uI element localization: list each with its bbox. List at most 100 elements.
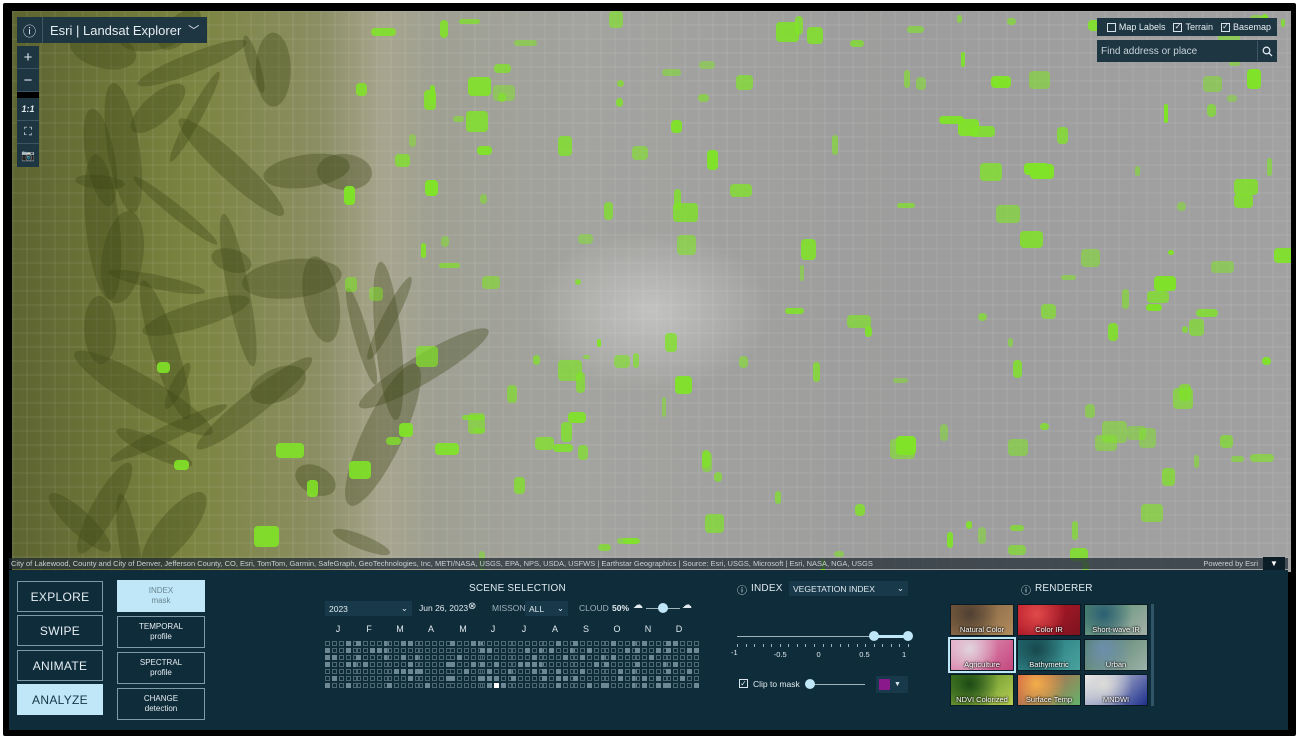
- day-cell[interactable]: [377, 655, 382, 660]
- day-cell[interactable]: [525, 683, 530, 688]
- index-mask-button[interactable]: INDEX mask: [117, 580, 205, 612]
- day-cell[interactable]: [432, 676, 437, 681]
- day-cell[interactable]: [325, 648, 330, 653]
- day-cell[interactable]: [394, 655, 399, 660]
- day-cell[interactable]: [542, 648, 547, 653]
- day-cell[interactable]: [408, 683, 413, 688]
- day-cell[interactable]: [494, 662, 499, 667]
- day-cell[interactable]: [387, 683, 392, 688]
- day-cell[interactable]: [346, 662, 351, 667]
- day-cell[interactable]: [432, 683, 437, 688]
- day-cell[interactable]: [408, 669, 413, 674]
- day-cell[interactable]: [480, 662, 485, 667]
- day-cell[interactable]: [549, 662, 554, 667]
- day-cell[interactable]: [580, 683, 585, 688]
- day-cell[interactable]: [611, 641, 616, 646]
- day-cell[interactable]: [642, 669, 647, 674]
- spectral-profile-button[interactable]: SPECTRAL profile: [117, 652, 205, 684]
- day-cell[interactable]: [370, 655, 375, 660]
- day-cell[interactable]: [432, 669, 437, 674]
- day-cell[interactable]: [480, 655, 485, 660]
- mask-opacity-handle[interactable]: [805, 679, 815, 689]
- day-cell[interactable]: [339, 655, 344, 660]
- renderer-info-icon[interactable]: ⓘ: [1021, 582, 1031, 597]
- day-cell[interactable]: [587, 683, 592, 688]
- day-cell[interactable]: [332, 641, 337, 646]
- day-cell[interactable]: [680, 662, 685, 667]
- day-cell[interactable]: [401, 669, 406, 674]
- day-cell[interactable]: [532, 676, 537, 681]
- day-cell[interactable]: [680, 655, 685, 660]
- day-cell[interactable]: [425, 641, 430, 646]
- day-cell[interactable]: [549, 641, 554, 646]
- day-cell[interactable]: [618, 676, 623, 681]
- collapse-panel-icon[interactable]: ▼: [1263, 557, 1285, 570]
- day-cell[interactable]: [525, 648, 530, 653]
- day-cell[interactable]: [471, 676, 476, 681]
- day-cell[interactable]: [439, 641, 444, 646]
- day-cell[interactable]: [432, 662, 437, 667]
- day-cell[interactable]: [480, 648, 485, 653]
- day-cell[interactable]: [325, 676, 330, 681]
- day-cell[interactable]: [525, 669, 530, 674]
- app-title-bar[interactable]: ⓘ Esri | Landsat Explorer ﹀: [17, 17, 208, 43]
- day-cell[interactable]: [563, 676, 568, 681]
- index-range-max-handle[interactable]: [903, 631, 913, 641]
- map-labels-checkbox[interactable]: [1106, 22, 1116, 32]
- day-cell[interactable]: [487, 641, 492, 646]
- day-cell[interactable]: [635, 655, 640, 660]
- day-cell[interactable]: [666, 641, 671, 646]
- day-cell[interactable]: [464, 676, 469, 681]
- day-cell[interactable]: [356, 676, 361, 681]
- day-cell[interactable]: [649, 676, 654, 681]
- day-cell[interactable]: [363, 669, 368, 674]
- day-cell[interactable]: [339, 676, 344, 681]
- day-cell[interactable]: [401, 655, 406, 660]
- day-cell[interactable]: [457, 641, 462, 646]
- day-cell[interactable]: [501, 655, 506, 660]
- day-cell[interactable]: [625, 641, 630, 646]
- day-cell[interactable]: [418, 641, 423, 646]
- day-cell[interactable]: [356, 669, 361, 674]
- day-cell[interactable]: [604, 662, 609, 667]
- clip-to-mask-checkbox[interactable]: ✓: [739, 679, 748, 688]
- day-cell[interactable]: [673, 669, 678, 674]
- day-cell[interactable]: [694, 648, 699, 653]
- day-cell[interactable]: [594, 662, 599, 667]
- day-cell[interactable]: [450, 669, 455, 674]
- day-cell[interactable]: [563, 683, 568, 688]
- day-cell[interactable]: [377, 648, 382, 653]
- day-cell[interactable]: [439, 676, 444, 681]
- day-cell[interactable]: [594, 648, 599, 653]
- day-cell[interactable]: [425, 676, 430, 681]
- day-cell[interactable]: [457, 676, 462, 681]
- day-cell[interactable]: [680, 641, 685, 646]
- day-cell[interactable]: [377, 683, 382, 688]
- day-cell[interactable]: [542, 655, 547, 660]
- day-cell[interactable]: [694, 662, 699, 667]
- day-cell[interactable]: [457, 648, 462, 653]
- day-cell[interactable]: [501, 676, 506, 681]
- day-cell[interactable]: [418, 648, 423, 653]
- day-cell[interactable]: [611, 669, 616, 674]
- day-cell[interactable]: [680, 676, 685, 681]
- day-cell[interactable]: [680, 669, 685, 674]
- day-cell[interactable]: [635, 676, 640, 681]
- day-cell[interactable]: [518, 669, 523, 674]
- day-cell[interactable]: [618, 683, 623, 688]
- day-cell[interactable]: [487, 655, 492, 660]
- day-cell[interactable]: [580, 641, 585, 646]
- day-cell[interactable]: [556, 648, 561, 653]
- day-cell[interactable]: [464, 648, 469, 653]
- day-cell[interactable]: [494, 641, 499, 646]
- day-cell[interactable]: [694, 641, 699, 646]
- day-cell[interactable]: [518, 662, 523, 667]
- day-cell[interactable]: [418, 683, 423, 688]
- day-cell[interactable]: [480, 676, 485, 681]
- day-cell[interactable]: [325, 662, 330, 667]
- day-cell[interactable]: [556, 662, 561, 667]
- day-cell[interactable]: [494, 655, 499, 660]
- day-cell[interactable]: [356, 641, 361, 646]
- renderer-scrollbar[interactable]: [1151, 604, 1154, 706]
- camera-icon[interactable]: 📷: [17, 144, 39, 167]
